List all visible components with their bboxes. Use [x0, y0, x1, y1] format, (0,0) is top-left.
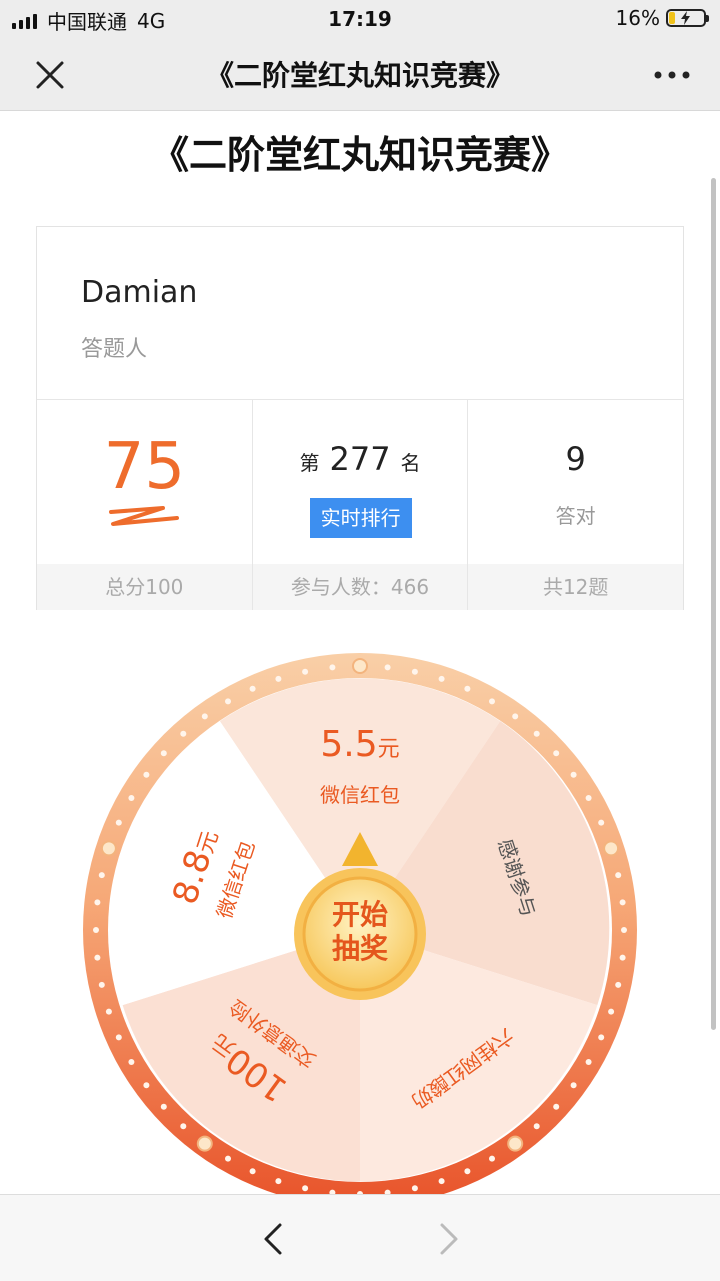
- rim-dot: [115, 1034, 122, 1041]
- rim-dot: [464, 685, 471, 692]
- rank-suffix: 名: [400, 451, 421, 475]
- player-role: 答题人: [81, 337, 148, 362]
- page-title: 《二阶堂红丸知识竞赛》: [150, 133, 569, 177]
- battery-percent: 16%: [615, 6, 660, 30]
- correct-count: 9: [565, 440, 586, 478]
- rim-dot: [143, 771, 150, 778]
- total-questions: 共12题: [468, 564, 684, 610]
- score-total: 总分100: [37, 564, 252, 610]
- rim-dot: [302, 1185, 309, 1192]
- nav-title: 《二阶堂红丸知识竞赛》: [205, 59, 514, 92]
- rim-dot: [94, 899, 101, 906]
- rim-dot: [93, 927, 99, 933]
- rank-line: 第 277 名: [253, 440, 468, 478]
- svg-text:开始: 开始: [332, 898, 388, 931]
- rim-bulb: [507, 1135, 524, 1152]
- rim-dot: [621, 927, 627, 933]
- rim-dot: [585, 795, 592, 801]
- rim-dot: [615, 981, 622, 988]
- score-underline-icon: [109, 506, 179, 526]
- rim-bulb: [352, 658, 368, 674]
- rim-dot: [608, 1008, 615, 1015]
- battery-icon: [666, 9, 709, 27]
- forward-arrow-icon[interactable]: [434, 1219, 464, 1259]
- rim-dot: [570, 771, 577, 778]
- rim-dot: [128, 1059, 135, 1065]
- svg-text:抽奖: 抽奖: [332, 932, 388, 965]
- rim-dot: [225, 1155, 231, 1162]
- rim-dot: [225, 698, 231, 705]
- rim-dot: [105, 1008, 112, 1015]
- rim-dot: [553, 750, 560, 757]
- rim-dot: [585, 1059, 592, 1065]
- correct-cell: 9 答对 共12题: [468, 400, 684, 610]
- player-name: Damian: [81, 275, 198, 310]
- start-draw-button[interactable]: 开始 抽奖: [294, 868, 426, 1000]
- status-bar: 中国联通 4G 17:19 16%: [0, 0, 720, 40]
- rim-dot: [302, 668, 309, 675]
- score-cell: 75 总分100: [37, 400, 253, 610]
- rim-dot: [94, 954, 101, 961]
- more-icon[interactable]: [652, 60, 692, 90]
- correct-label: 答对: [555, 504, 596, 528]
- rim-dot: [615, 872, 622, 879]
- rim-bulb: [196, 1135, 213, 1152]
- lottery-wheel[interactable]: 5.5元 微信红包 感谢参与 六桂网红酸奶 100元 交通意外险 8.8元 微信…: [80, 650, 640, 1210]
- rim-dot: [160, 750, 167, 757]
- rim-dot: [512, 713, 519, 720]
- rim-dot: [249, 1168, 256, 1175]
- rim-dot: [160, 1103, 167, 1110]
- rim-dot: [180, 1123, 187, 1130]
- rim-dot: [201, 713, 208, 720]
- rim-dot: [489, 698, 495, 705]
- close-icon[interactable]: [32, 57, 68, 93]
- rim-dot: [411, 668, 418, 675]
- rim-dot: [570, 1082, 577, 1089]
- rim-dot: [533, 1123, 540, 1130]
- rim-dot: [275, 675, 282, 682]
- rim-dot: [619, 954, 626, 961]
- rim-bulb: [100, 840, 117, 857]
- rank-value: 277: [329, 440, 391, 478]
- rim-dot: [143, 1082, 150, 1089]
- scrollbar[interactable]: [711, 178, 716, 1030]
- rim-dot: [464, 1168, 471, 1175]
- rim-dot: [553, 1103, 560, 1110]
- rim-dot: [411, 1185, 418, 1192]
- rim-dot: [619, 899, 626, 906]
- rim-dot: [128, 795, 135, 801]
- rim-dot: [384, 664, 391, 671]
- svg-text:微信红包: 微信红包: [320, 783, 400, 807]
- score-value: 75: [103, 430, 186, 504]
- rim-dot: [598, 819, 605, 826]
- rim-dot: [329, 664, 336, 671]
- stats-row: 75 总分100 第 277 名 实时排行 参与人数：466 9 答对 共12题: [37, 400, 684, 610]
- rim-dot: [275, 1178, 282, 1185]
- rank-cell: 第 277 名 实时排行 参与人数：466: [252, 400, 469, 610]
- back-arrow-icon[interactable]: [258, 1219, 288, 1259]
- rim-dot: [98, 981, 105, 988]
- rim-dot: [489, 1155, 495, 1162]
- rim-dot: [438, 1178, 445, 1185]
- rim-dot: [98, 872, 105, 879]
- participants-count: 参与人数：466: [252, 564, 468, 610]
- rim-dot: [115, 819, 122, 826]
- rim-dot: [438, 675, 445, 682]
- rim-bulb: [603, 840, 620, 857]
- rim-dot: [598, 1034, 605, 1041]
- navigation-bar: 《二阶堂红丸知识竞赛》: [0, 40, 720, 111]
- rank-prefix: 第: [299, 451, 320, 475]
- result-card: Damian 答题人 75 总分100 第 277 名 实时排行 参与人数：466 …: [36, 226, 684, 610]
- rim-dot: [533, 730, 540, 737]
- rim-dot: [180, 730, 187, 737]
- bottom-toolbar: [0, 1194, 720, 1281]
- clock: 17:19: [328, 7, 392, 31]
- rim-dot: [249, 685, 256, 692]
- realtime-ranking-button[interactable]: 实时排行: [309, 498, 412, 538]
